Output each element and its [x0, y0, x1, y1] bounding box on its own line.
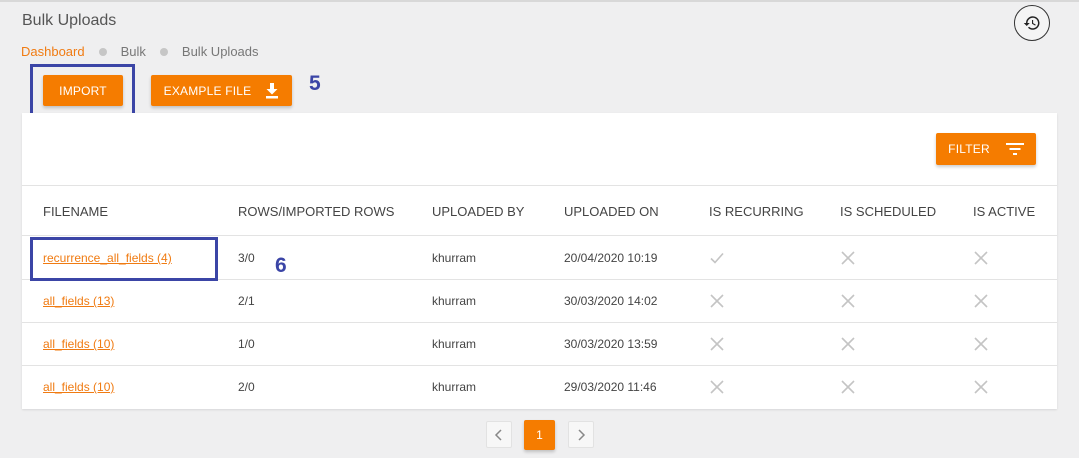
column-header-uploaded-on: UPLOADED ON: [564, 204, 659, 219]
table-row: all_fields (10) 1/0 khurram 30/03/2020 1…: [22, 323, 1057, 366]
breadcrumb-bulk[interactable]: Bulk: [121, 44, 146, 59]
filter-icon: [1005, 143, 1024, 155]
chevron-left-icon: [494, 428, 502, 441]
rows-imported-value: 1/0: [238, 337, 255, 351]
filename-link[interactable]: all_fields (10): [43, 380, 114, 394]
table-row: all_fields (13) 2/1 khurram 30/03/2020 1…: [22, 280, 1057, 323]
table-row: all_fields (10) 2/0 khurram 29/03/2020 1…: [22, 366, 1057, 409]
close-icon: [710, 337, 724, 351]
close-icon: [974, 380, 988, 394]
close-icon: [710, 294, 724, 308]
breadcrumb-dashboard[interactable]: Dashboard: [21, 44, 85, 59]
chevron-right-icon: [578, 428, 586, 441]
close-icon: [974, 294, 988, 308]
uploaded-on-value: 29/03/2020 11:46: [564, 380, 657, 394]
breadcrumb-separator: [159, 47, 168, 56]
breadcrumb-separator: [98, 47, 107, 56]
table-header: FILENAME ROWS/IMPORTED ROWS UPLOADED BY …: [22, 185, 1057, 236]
column-header-is-scheduled: IS SCHEDULED: [840, 204, 937, 219]
next-page-button[interactable]: [568, 421, 594, 448]
uploaded-by-value: khurram: [432, 380, 477, 394]
annotation-box-import: [30, 64, 135, 117]
close-icon: [974, 337, 988, 351]
history-icon: [1023, 16, 1040, 30]
rows-imported-value: 2/0: [238, 380, 255, 394]
breadcrumb: Dashboard Bulk Bulk Uploads: [21, 44, 259, 59]
page-title: Bulk Uploads: [22, 12, 117, 29]
annotation-number-6: 6: [275, 254, 287, 277]
page-number-button[interactable]: 1: [524, 420, 555, 450]
rows-imported-value: 3/0: [238, 251, 255, 265]
column-header-filename: FILENAME: [43, 204, 109, 219]
column-header-rows: ROWS/IMPORTED ROWS: [238, 204, 395, 219]
breadcrumb-bulk-uploads: Bulk Uploads: [181, 44, 259, 59]
uploaded-by-value: khurram: [432, 251, 477, 265]
prev-page-button[interactable]: [486, 421, 512, 448]
top-divider: [0, 0, 1079, 2]
uploaded-on-value: 20/04/2020 10:19: [564, 251, 658, 265]
column-header-uploaded-by: UPLOADED BY: [432, 204, 525, 219]
column-header-is-recurring: IS RECURRING: [709, 204, 804, 219]
annotation-number-5: 5: [309, 72, 321, 95]
check-icon: [710, 252, 724, 264]
filter-button-label: FILTER: [948, 142, 990, 156]
filename-link[interactable]: all_fields (10): [43, 337, 114, 351]
uploaded-on-value: 30/03/2020 14:02: [564, 294, 658, 308]
column-header-is-active: IS ACTIVE: [973, 204, 1036, 219]
example-file-label: EXAMPLE FILE: [163, 83, 252, 98]
close-icon: [841, 337, 855, 351]
filter-button[interactable]: FILTER: [936, 133, 1036, 165]
close-icon: [841, 294, 855, 308]
uploaded-by-value: khurram: [432, 337, 477, 351]
close-icon: [710, 380, 724, 394]
close-icon: [841, 251, 855, 265]
history-button[interactable]: [1014, 5, 1050, 41]
uploaded-by-value: khurram: [432, 294, 477, 308]
close-icon: [841, 380, 855, 394]
close-icon: [974, 251, 988, 265]
download-icon: [266, 82, 279, 98]
example-file-button[interactable]: EXAMPLE FILE: [151, 75, 292, 106]
filename-link[interactable]: all_fields (13): [43, 294, 114, 308]
annotation-box-filename: [30, 237, 218, 281]
rows-imported-value: 2/1: [238, 294, 255, 308]
uploaded-on-value: 30/03/2020 13:59: [564, 337, 658, 351]
